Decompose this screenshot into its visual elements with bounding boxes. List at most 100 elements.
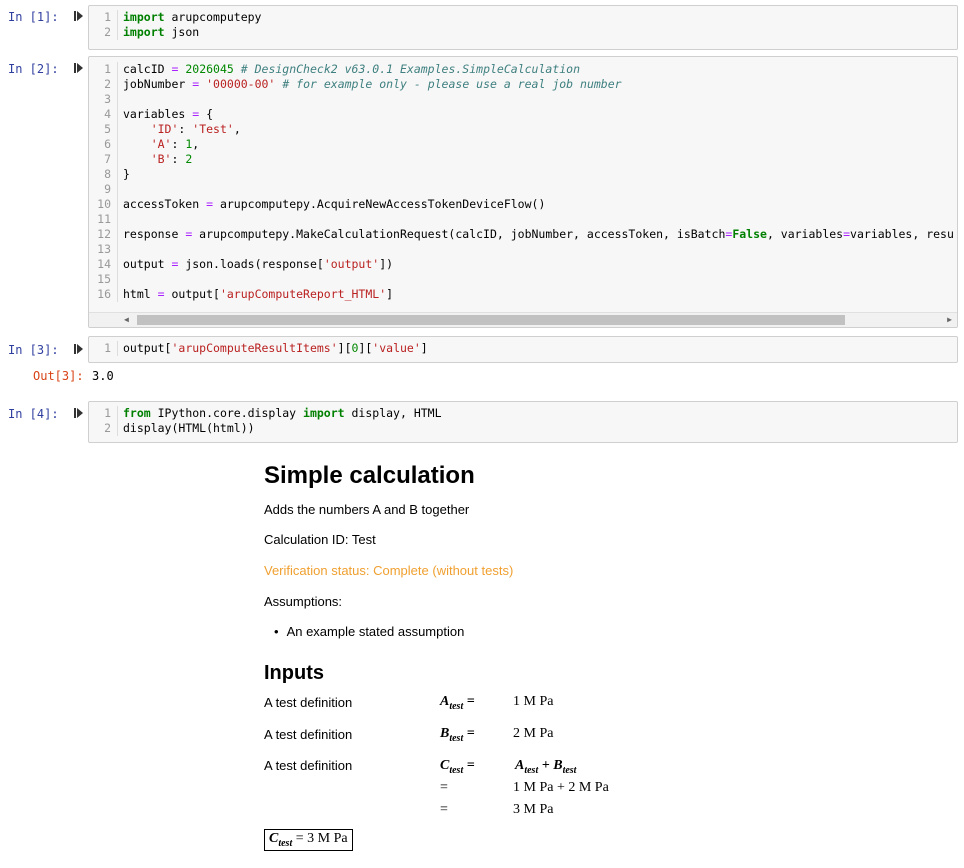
code-token: 'arupComputeResultItems' <box>171 341 338 355</box>
code-token: ][ <box>358 341 373 355</box>
code-cell-1[interactable]: In [1]: 1 import arupcomputepy 2 import jso… <box>0 5 964 50</box>
input-definition: A test definition <box>264 695 353 710</box>
run-cell-icon[interactable] <box>74 63 83 73</box>
code-line[interactable]: 1 from IPython.core.display import displa… <box>89 406 957 421</box>
line-number: 1 <box>89 341 118 356</box>
inputs-heading: Inputs <box>264 662 324 684</box>
code-token: 'B' <box>150 152 172 166</box>
code-line[interactable]: 1 import arupcomputepy <box>89 10 957 25</box>
run-cell-icon[interactable] <box>74 344 83 354</box>
result-box: Ctest = 3 M Pa <box>264 829 353 851</box>
code-token: 'value' <box>372 341 421 355</box>
run-cell-icon[interactable] <box>74 408 83 418</box>
code-token: , <box>233 122 241 136</box>
code-token: json.loads(response[ <box>178 257 324 271</box>
code-editor[interactable]: 1 from IPython.core.display import displa… <box>88 401 958 443</box>
code-token: html <box>123 287 158 301</box>
code-line[interactable]: 15 <box>89 272 957 287</box>
line-number: 1 <box>89 10 118 25</box>
c-result: 3 M Pa <box>513 802 554 817</box>
code-line[interactable]: 12 response = arupcomputepy.MakeCalculati… <box>89 227 957 242</box>
code-token: calcID <box>123 62 172 76</box>
code-editor[interactable]: 1 import arupcomputepy 2 import json <box>88 5 958 50</box>
line-number: 12 <box>89 227 118 242</box>
code-token: IPython.core.display <box>150 406 304 420</box>
code-line[interactable]: 2 import json <box>89 25 957 40</box>
code-token: : <box>171 152 186 166</box>
assumption-text: An example stated assumption <box>286 624 465 639</box>
code-token: ] <box>420 341 428 355</box>
code-token: = <box>157 287 165 301</box>
code-token: # for example only - please use a real j… <box>282 77 622 91</box>
line-number: 4 <box>89 107 118 122</box>
code-token: arupcomputepy <box>164 10 262 24</box>
line-number: 2 <box>89 25 118 40</box>
code-token: ]) <box>379 257 394 271</box>
run-cell-icon[interactable] <box>74 11 83 21</box>
code-line[interactable]: 16 html = output['arupComputeReport_HTML'… <box>89 287 957 302</box>
report-description: Adds the numbers A and B together <box>264 502 470 517</box>
code-line[interactable]: 2 display(HTML(html)) <box>89 421 957 436</box>
code-line[interactable]: 11 <box>89 212 957 227</box>
assumptions-label: Assumptions: <box>264 594 343 609</box>
code-line[interactable]: 1 output['arupComputeResultItems'][0]['va… <box>89 341 957 356</box>
line-number: 10 <box>89 197 118 212</box>
code-editor[interactable]: 1 output['arupComputeResultItems'][0]['va… <box>88 336 958 363</box>
output-value: 3.0 <box>92 369 114 383</box>
line-number: 13 <box>89 242 118 257</box>
input-definition: A test definition <box>264 727 353 742</box>
code-token: # DesignCheck2 v63.0.1 Examples.SimpleCa… <box>240 62 581 76</box>
scrollbar-thumb[interactable] <box>137 315 845 325</box>
cell-prompt: In [3]: <box>8 343 59 357</box>
code-line[interactable]: 7 'B': 2 <box>89 152 957 167</box>
code-cell-4[interactable]: In [4]: 1 from IPython.core.display impor… <box>0 401 964 443</box>
code-token: from <box>123 406 151 420</box>
code-token: display, HTML <box>344 406 442 420</box>
code-token: = <box>206 197 214 211</box>
cell-prompt: In [1]: <box>8 10 59 24</box>
horizontal-scrollbar[interactable]: ◀ ▶ <box>89 312 957 327</box>
code-token: variables, resu <box>850 227 954 241</box>
equals-sign: = <box>440 780 448 795</box>
report-title: Simple calculation <box>264 462 475 489</box>
code-line[interactable]: 1 calcID = 2026045 # DesignCheck2 v63.0.1… <box>89 62 957 77</box>
code-token: arupcomputepy.MakeCalculationRequest(cal… <box>192 227 726 241</box>
code-token: } <box>123 167 130 181</box>
code-line[interactable]: 8} <box>89 167 957 182</box>
symbol-a-test: Atest = <box>440 694 475 712</box>
cell-prompt: In [2]: <box>8 62 59 76</box>
code-line[interactable]: 4 variables = { <box>89 107 957 122</box>
code-token: output[ <box>123 341 172 355</box>
code-line[interactable]: 10 accessToken = arupcomputepy.AcquireNew… <box>89 197 957 212</box>
value-a: 1 M Pa <box>513 694 554 709</box>
code-token: arupcomputepy.AcquireNewAccessTokenDevic… <box>213 197 546 211</box>
c-expression: Atest + Btest <box>515 758 577 776</box>
code-token: import <box>123 25 165 39</box>
code-line[interactable]: 2 jobNumber = '00000-00' # for example on… <box>89 77 957 92</box>
cell-prompt: In [4]: <box>8 407 59 421</box>
code-token: json <box>164 25 200 39</box>
code-line[interactable]: 5 'ID': 'Test', <box>89 122 957 137</box>
code-cell-3[interactable]: In [3]: 1 output['arupComputeResultItems'… <box>0 336 964 391</box>
code-line[interactable]: 6 'A': 1, <box>89 137 957 152</box>
line-number: 2 <box>89 77 118 92</box>
code-line[interactable]: 3 <box>89 92 957 107</box>
code-token: ] <box>386 287 394 301</box>
c-substituted: 1 M Pa + 2 M Pa <box>513 780 609 795</box>
line-number: 6 <box>89 137 118 152</box>
code-token: display(HTML(html)) <box>123 421 255 435</box>
code-token: False <box>732 227 767 241</box>
code-token: 'ID' <box>150 122 179 136</box>
code-line[interactable]: 13 <box>89 242 957 257</box>
scroll-left-icon[interactable]: ◀ <box>124 315 129 324</box>
code-token: jobNumber <box>123 77 193 91</box>
code-line[interactable]: 14 output = json.loads(response['output']… <box>89 257 957 272</box>
scroll-right-icon[interactable]: ▶ <box>947 315 952 324</box>
code-editor[interactable]: 1 calcID = 2026045 # DesignCheck2 v63.0.1… <box>88 56 958 328</box>
symbol-c-test: Ctest = <box>440 758 475 776</box>
code-cell-2[interactable]: In [2]: 1 calcID = 2026045 # DesignCheck2… <box>0 56 964 328</box>
code-token: 'Test' <box>192 122 234 136</box>
code-line[interactable]: 9 <box>89 182 957 197</box>
